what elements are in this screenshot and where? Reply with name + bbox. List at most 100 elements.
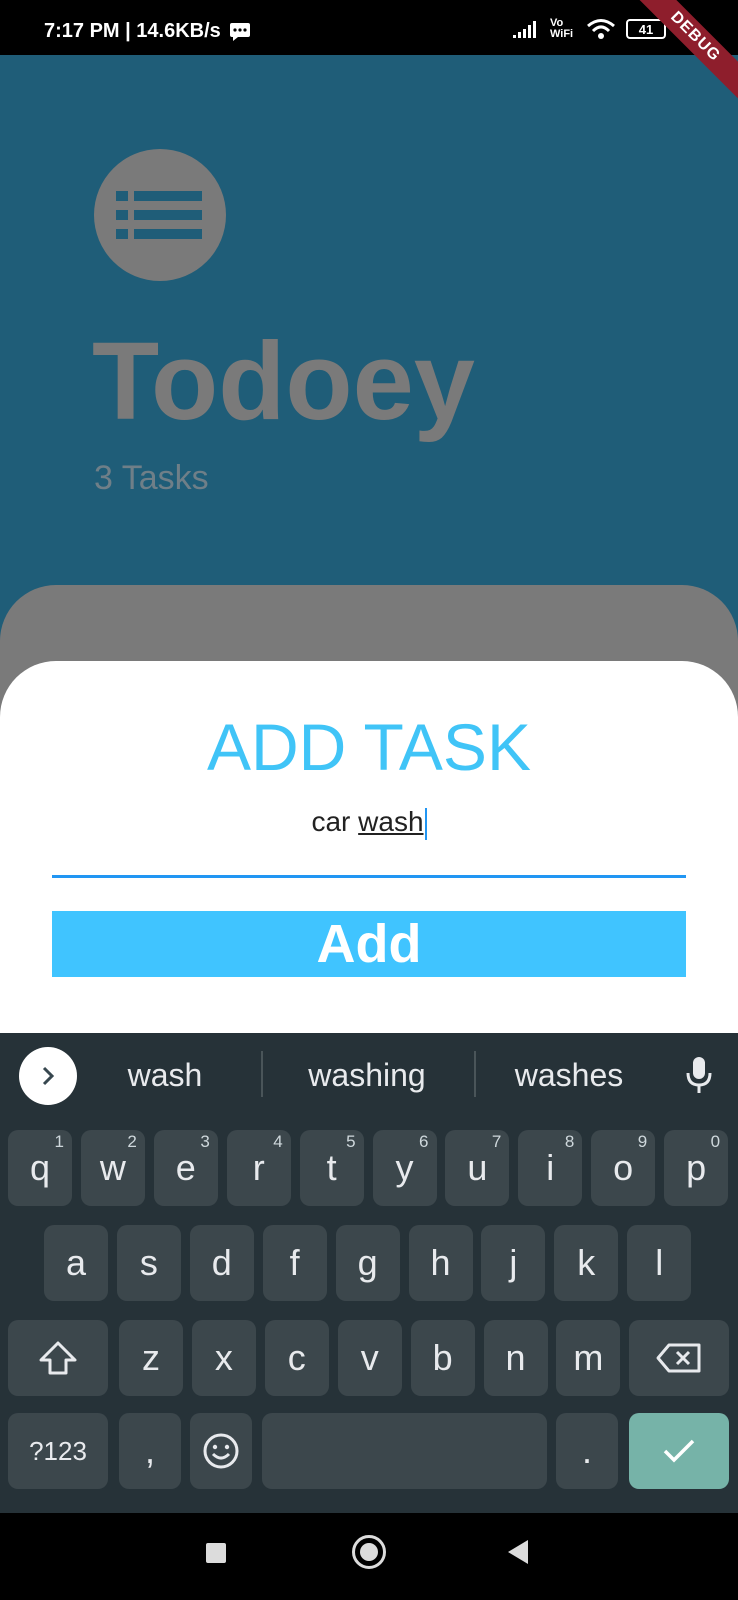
- task-count: 3 Tasks: [94, 459, 209, 497]
- key-label: l: [655, 1242, 664, 1283]
- key-s[interactable]: s: [116, 1225, 181, 1301]
- key-label: r: [252, 1147, 265, 1188]
- cell-signal-icon: [513, 21, 536, 38]
- backspace-key[interactable]: [629, 1320, 729, 1396]
- vowifi-label: Vo WiFi: [550, 17, 574, 40]
- wifi-icon: [587, 19, 615, 39]
- key-number-hint: 9: [637, 1132, 648, 1151]
- key-i[interactable]: i8: [518, 1130, 583, 1206]
- key-number-hint: 0: [710, 1132, 721, 1151]
- add-task-sheet: ADD TASK car wash Add: [0, 661, 738, 1033]
- key-t[interactable]: t5: [299, 1130, 364, 1206]
- key-label: b: [432, 1337, 453, 1378]
- soft-keyboard: wash washing washes q1w2e3r4t5y6u7i8o9p0…: [0, 1033, 738, 1513]
- add-button[interactable]: Add: [52, 911, 686, 977]
- key-v[interactable]: v: [337, 1320, 402, 1396]
- key-y[interactable]: y6: [372, 1130, 437, 1206]
- key-d[interactable]: d: [189, 1225, 254, 1301]
- key-f[interactable]: f: [262, 1225, 327, 1301]
- key-q[interactable]: q1: [8, 1130, 72, 1206]
- chevron-right-icon: [42, 1066, 55, 1086]
- text-cursor: [424, 807, 427, 840]
- backspace-icon: [656, 1343, 701, 1373]
- key-label: h: [430, 1242, 451, 1283]
- key-number-hint: 7: [491, 1132, 502, 1151]
- key-e[interactable]: e3: [153, 1130, 218, 1206]
- space-key[interactable]: [262, 1413, 547, 1489]
- key-w[interactable]: w2: [80, 1130, 145, 1206]
- shift-icon: [39, 1341, 77, 1375]
- key-label: j: [509, 1242, 518, 1283]
- key-b[interactable]: b: [410, 1320, 475, 1396]
- key-number-hint: 5: [346, 1132, 356, 1151]
- enter-key[interactable]: [629, 1413, 729, 1489]
- back-icon[interactable]: [508, 1540, 528, 1564]
- suggestion-1[interactable]: wash: [95, 1057, 235, 1094]
- key-g[interactable]: g: [335, 1225, 400, 1301]
- key-x[interactable]: x: [191, 1320, 256, 1396]
- key-number-hint: 3: [200, 1132, 210, 1151]
- battery-level: 41: [638, 21, 654, 37]
- key-number-hint: 1: [54, 1132, 64, 1151]
- key-c[interactable]: c: [264, 1320, 329, 1396]
- key-z[interactable]: z: [119, 1320, 183, 1396]
- period-key[interactable]: .: [556, 1413, 618, 1489]
- key-label: m: [573, 1337, 604, 1378]
- key-number-hint: 8: [564, 1132, 575, 1151]
- key-k[interactable]: k: [554, 1225, 619, 1301]
- suggestion-divider: [474, 1051, 476, 1097]
- key-number-hint: 4: [273, 1132, 283, 1151]
- keyboard-expand-button[interactable]: [19, 1047, 77, 1105]
- key-r[interactable]: r4: [226, 1130, 291, 1206]
- app-title: Todoey: [92, 320, 475, 443]
- key-label: u: [467, 1147, 488, 1188]
- status-right: Vo WiFi 41: [512, 18, 666, 40]
- key-label: a: [65, 1242, 87, 1283]
- battery-icon: 41: [626, 19, 666, 39]
- status-bar: 7:17 PM | 14.6KB/s Vo WiFi 41: [0, 0, 738, 55]
- status-time-speed: 7:17 PM | 14.6KB/s: [44, 20, 221, 42]
- emoji-icon: [203, 1433, 239, 1469]
- suggestion-2[interactable]: washing: [277, 1057, 457, 1094]
- key-label: i: [546, 1147, 555, 1188]
- key-label: f: [289, 1242, 300, 1283]
- key-label: x: [214, 1337, 233, 1378]
- list-icon: [116, 191, 202, 239]
- key-label: q: [29, 1147, 51, 1188]
- list-avatar: [94, 149, 226, 281]
- recents-icon[interactable]: [206, 1543, 226, 1563]
- key-label: z: [142, 1337, 160, 1378]
- comma-key[interactable]: ,: [119, 1413, 181, 1489]
- message-notification-icon: [229, 22, 250, 41]
- suggestion-divider: [261, 1051, 263, 1097]
- input-underline: [52, 875, 686, 878]
- key-number-hint: 6: [419, 1132, 429, 1151]
- key-n[interactable]: n: [483, 1320, 548, 1396]
- key-p[interactable]: p0: [664, 1130, 729, 1206]
- suggestion-3[interactable]: washes: [489, 1057, 649, 1094]
- key-label: s: [139, 1242, 158, 1283]
- status-left: 7:17 PM | 14.6KB/s: [44, 20, 251, 43]
- key-label: e: [175, 1147, 196, 1188]
- add-task-title: ADD TASK: [207, 710, 531, 784]
- key-l[interactable]: l: [627, 1225, 692, 1301]
- key-label: c: [287, 1337, 306, 1378]
- input-current-word: wash: [358, 806, 424, 837]
- key-label: t: [326, 1147, 337, 1188]
- symbols-key[interactable]: ?123: [8, 1413, 108, 1489]
- microphone-icon[interactable]: [684, 1055, 714, 1095]
- key-h[interactable]: h: [408, 1225, 473, 1301]
- key-o[interactable]: o9: [591, 1130, 656, 1206]
- key-m[interactable]: m: [556, 1320, 621, 1396]
- key-j[interactable]: j: [481, 1225, 546, 1301]
- task-input[interactable]: car wash: [52, 806, 686, 850]
- key-label: o: [613, 1147, 634, 1188]
- emoji-key[interactable]: [190, 1413, 252, 1489]
- home-icon[interactable]: [352, 1535, 386, 1569]
- navigation-bar: [0, 1513, 738, 1600]
- checkmark-icon: [663, 1439, 695, 1463]
- key-u[interactable]: u7: [445, 1130, 510, 1206]
- key-label: g: [357, 1242, 378, 1283]
- key-a[interactable]: a: [44, 1225, 108, 1301]
- shift-key[interactable]: [8, 1320, 108, 1396]
